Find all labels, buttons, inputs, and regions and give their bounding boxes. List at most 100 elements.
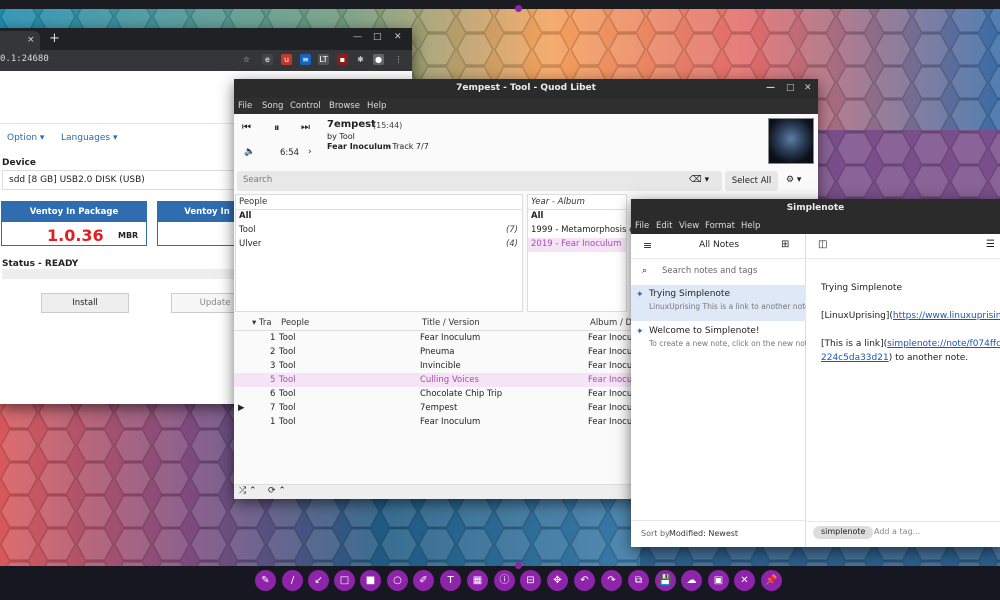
people-row[interactable]: Ulver (4) (236, 238, 522, 252)
kebab-menu-icon[interactable]: ⋮ (393, 54, 404, 65)
browser-tab[interactable]: × (0, 31, 40, 50)
album-art[interactable] (768, 118, 814, 164)
minimize-button[interactable]: — (353, 32, 362, 42)
menu-help[interactable]: Help (367, 101, 386, 111)
rectangle-tool-icon[interactable]: □ (334, 570, 355, 591)
note-list-item[interactable]: ✦ Welcome to Simplenote! To create a new… (631, 322, 806, 358)
line-tool-icon[interactable]: / (282, 570, 303, 591)
extension-icon[interactable]: ≡ (300, 54, 311, 65)
hamburger-menu-icon[interactable]: ≡ (643, 239, 652, 252)
device-select[interactable]: sdd [8 GB] USB2.0 DISK (USB) (2, 170, 238, 190)
filled-rectangle-tool-icon[interactable]: ■ (360, 570, 381, 591)
extension-icon[interactable]: LT (318, 54, 329, 65)
move-selection-icon[interactable]: ✥ (547, 570, 568, 591)
column-title[interactable]: Title / Version (422, 318, 480, 328)
counter-tool-icon[interactable]: ⓘ (494, 570, 515, 591)
notes-sidebar: ≡ All Notes ⊞ ⌕ Search notes and tags ✦ … (631, 234, 806, 547)
text-tool-icon[interactable]: T (440, 570, 461, 591)
new-note-icon[interactable]: ⊞ (781, 239, 789, 250)
checklist-icon[interactable]: ☰ (986, 239, 995, 250)
pin-icon[interactable]: 📌 (761, 570, 782, 591)
extension-icon[interactable]: ▪ (337, 54, 348, 65)
link-text: ) to another note. (888, 353, 969, 363)
people-row[interactable]: Tool (7) (236, 224, 522, 238)
install-button[interactable]: Install (41, 293, 129, 313)
menu-control[interactable]: Control (290, 101, 321, 111)
gear-icon[interactable]: ⚙ ▾ (786, 175, 801, 185)
note-line[interactable]: 224c5da33d21) to another note. (821, 353, 968, 363)
link-url[interactable]: simplenote://note/f074ffc9-b (887, 339, 1000, 349)
option-menu[interactable]: Option ▾ (7, 133, 44, 143)
menu-view[interactable]: View (679, 221, 699, 231)
star-icon[interactable]: ☆ (241, 54, 252, 65)
sort-value[interactable]: Modified: Newest (669, 529, 738, 538)
undo-icon[interactable]: ↶ (574, 570, 595, 591)
album-row[interactable]: All (528, 210, 626, 224)
people-row[interactable]: All (236, 210, 522, 224)
pixelate-tool-icon[interactable]: ▦ (467, 570, 488, 591)
languages-menu[interactable]: Languages ▾ (61, 133, 117, 143)
maximize-button[interactable]: □ (373, 32, 382, 42)
menu-file[interactable]: File (238, 101, 252, 111)
exit-icon[interactable]: ✕ (734, 570, 755, 591)
note-list-item[interactable]: ✦ Trying Simplenote LinuxUprising This i… (631, 285, 806, 321)
menu-browse[interactable]: Browse (329, 101, 360, 111)
address-bar[interactable]: 0.1:24680 ☆ e u ≡ LT ▪ ✱ ● ⋮ (0, 50, 412, 71)
pin-icon[interactable]: ✦ (636, 290, 644, 300)
search-input[interactable]: Search (237, 171, 722, 191)
extension-icon[interactable]: e (262, 54, 273, 65)
link-url[interactable]: https://www.linuxuprising.com (893, 311, 1000, 321)
circle-tool-icon[interactable]: ○ (387, 570, 408, 591)
menu-song[interactable]: Song (262, 101, 283, 111)
selection-handle[interactable] (515, 5, 522, 12)
close-button[interactable]: ✕ (804, 79, 812, 98)
menu-edit[interactable]: Edit (656, 221, 672, 231)
new-tab-button[interactable]: + (49, 31, 60, 46)
upload-icon[interactable]: ☁ (681, 570, 702, 591)
sidebar-toggle-icon[interactable]: ◫ (818, 239, 827, 250)
close-button[interactable]: ✕ (394, 32, 402, 42)
tag-chip[interactable]: simplenote (813, 526, 874, 539)
close-tab-icon[interactable]: × (27, 35, 35, 45)
maximize-button[interactable]: □ (786, 79, 795, 98)
menu-help[interactable]: Help (741, 221, 760, 231)
select-all-button[interactable]: Select All (725, 171, 778, 191)
search-notes-input[interactable]: Search notes and tags (662, 266, 757, 276)
copy-icon[interactable]: ⧉ (628, 570, 649, 591)
column-album[interactable]: Album / D (590, 318, 632, 328)
shield-extension-icon[interactable]: u (281, 54, 292, 65)
menu-file[interactable]: File (635, 221, 649, 231)
shuffle-icon[interactable]: ⤮ ⌃ (239, 486, 257, 496)
save-icon[interactable]: 💾 (655, 570, 676, 591)
pen-tool-icon[interactable]: ✎ (255, 570, 276, 591)
note-line[interactable]: [LinuxUprising](https://www.linuxuprisin… (821, 311, 1000, 321)
pause-icon[interactable]: ⏸ (274, 121, 280, 135)
column-track[interactable]: ▾ Tra (252, 318, 272, 328)
size-indicator-icon[interactable]: ⊟ (520, 570, 541, 591)
marker-tool-icon[interactable]: ✐ (413, 570, 434, 591)
redo-icon[interactable]: ↷ (601, 570, 622, 591)
pin-icon[interactable]: ✦ (636, 327, 644, 337)
minimize-button[interactable]: — (766, 79, 775, 98)
profile-icon[interactable]: ● (373, 54, 384, 65)
previous-icon[interactable]: ⏮ (242, 122, 251, 133)
album-row[interactable]: 1999 - Metamorphosis ep (528, 224, 640, 238)
clear-search-icon[interactable]: ⌫ ▾ (689, 175, 709, 185)
menu-format[interactable]: Format (705, 221, 735, 231)
add-tag-input[interactable]: Add a tag... (874, 527, 920, 536)
arrow-tool-icon[interactable]: ↙ (308, 570, 329, 591)
note-line[interactable]: [This is a link](simplenote://note/f074f… (821, 339, 1000, 349)
album-row[interactable]: 2019 - Fear Inoculum (528, 238, 626, 252)
open-with-app-icon[interactable]: ▣ (708, 570, 729, 591)
selection-handle[interactable] (515, 562, 522, 569)
next-icon[interactable]: ⏭ (301, 122, 310, 133)
column-people[interactable]: People (281, 318, 309, 328)
seek-forward-icon[interactable]: › (308, 147, 312, 157)
row-artist: Tool (279, 333, 296, 343)
link-url[interactable]: 224c5da33d21 (821, 353, 889, 363)
puzzle-icon[interactable]: ✱ (355, 54, 366, 65)
row-title: Invincible (420, 361, 461, 371)
note-body-title[interactable]: Trying Simplenote (821, 283, 902, 293)
volume-icon[interactable]: 🔈 (244, 147, 255, 157)
repeat-icon[interactable]: ⟳ ⌃ (268, 486, 286, 496)
